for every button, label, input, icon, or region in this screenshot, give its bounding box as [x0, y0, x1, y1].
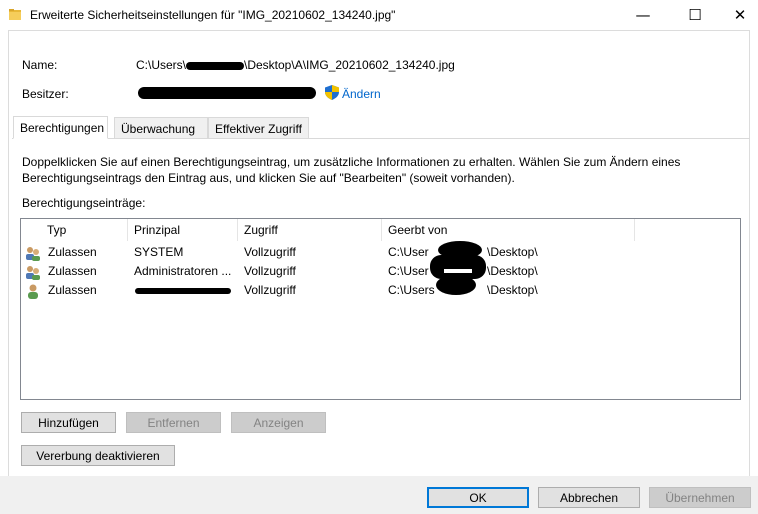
entry-inherited-suffix: \Desktop\: [487, 283, 538, 297]
entry-type: Zulassen: [48, 264, 97, 278]
change-owner-link[interactable]: Ändern: [342, 87, 381, 101]
column-header-typ[interactable]: Typ: [41, 219, 128, 241]
group-user-icon: [26, 247, 40, 261]
dialog-footer: [0, 476, 758, 514]
table-row[interactable]: Zulassen SYSTEM Vollzugriff C:\User \Des…: [21, 243, 740, 262]
owner-redaction-mark: [138, 87, 316, 99]
entry-principal: Administratoren ...: [134, 264, 232, 278]
disable-inheritance-button[interactable]: Vererbung deaktivieren: [21, 445, 175, 466]
remove-button[interactable]: Entfernen: [126, 412, 221, 433]
uac-shield-icon: [325, 85, 339, 100]
maximize-button[interactable]: ☐: [672, 0, 718, 30]
entry-inherited-prefix: C:\User: [388, 245, 429, 259]
close-button[interactable]: ✕: [717, 0, 758, 30]
entry-access: Vollzugriff: [244, 245, 296, 259]
entry-inherited-suffix: \Desktop\: [487, 264, 538, 278]
entry-type: Zulassen: [48, 283, 97, 297]
inherited-redaction-mark: [430, 241, 486, 295]
tab-berechtigungen[interactable]: Berechtigungen: [13, 116, 108, 139]
add-button[interactable]: Hinzufügen: [21, 412, 116, 433]
column-header-prinzipal[interactable]: Prinzipal: [128, 219, 238, 241]
name-value-suffix: \Desktop\A\IMG_20210602_134240.jpg: [244, 58, 455, 72]
entries-label: Berechtigungseinträge:: [22, 196, 146, 210]
folder-icon: [9, 9, 21, 20]
cancel-button[interactable]: Abbrechen: [538, 487, 640, 508]
permission-entries-list[interactable]: Typ Prinzipal Zugriff Geerbt von Zulasse…: [20, 218, 741, 400]
column-header-geerbt-von[interactable]: Geerbt von: [382, 219, 635, 241]
table-row[interactable]: Zulassen Administratoren ... Vollzugriff…: [21, 262, 740, 281]
redaction-mark: [186, 62, 244, 70]
column-header-zugriff[interactable]: Zugriff: [238, 219, 382, 241]
apply-button[interactable]: Übernehmen: [649, 487, 751, 508]
entry-access: Vollzugriff: [244, 283, 296, 297]
entry-principal: SYSTEM: [134, 245, 184, 259]
principal-redaction-mark: [135, 288, 231, 294]
tab-ueberwachung[interactable]: Überwachung: [114, 117, 208, 139]
entry-inherited-prefix: C:\User: [388, 264, 429, 278]
entry-type: Zulassen: [48, 245, 97, 259]
table-row[interactable]: Zulassen Vollzugriff C:\Users \Desktop\: [21, 281, 740, 300]
entry-inherited-suffix: \Desktop\: [487, 245, 538, 259]
description-text: Doppelklicken Sie auf einen Berechtigung…: [22, 155, 681, 185]
window-title: Erweiterte Sicherheitseinstellungen für …: [30, 8, 396, 22]
ok-button[interactable]: OK: [427, 487, 529, 508]
entry-access: Vollzugriff: [244, 264, 296, 278]
tab-effektiver-zugriff[interactable]: Effektiver Zugriff: [208, 117, 309, 139]
single-user-icon: [28, 284, 38, 299]
title-bar: Erweiterte Sicherheitseinstellungen für …: [0, 0, 758, 30]
name-label: Name:: [22, 58, 58, 72]
owner-label: Besitzer:: [22, 87, 69, 101]
view-button[interactable]: Anzeigen: [231, 412, 326, 433]
group-user-icon: [26, 266, 40, 280]
minimize-button[interactable]: —: [620, 0, 666, 30]
list-header: Typ Prinzipal Zugriff Geerbt von: [21, 219, 740, 241]
name-value-prefix: C:\Users\: [136, 58, 187, 72]
